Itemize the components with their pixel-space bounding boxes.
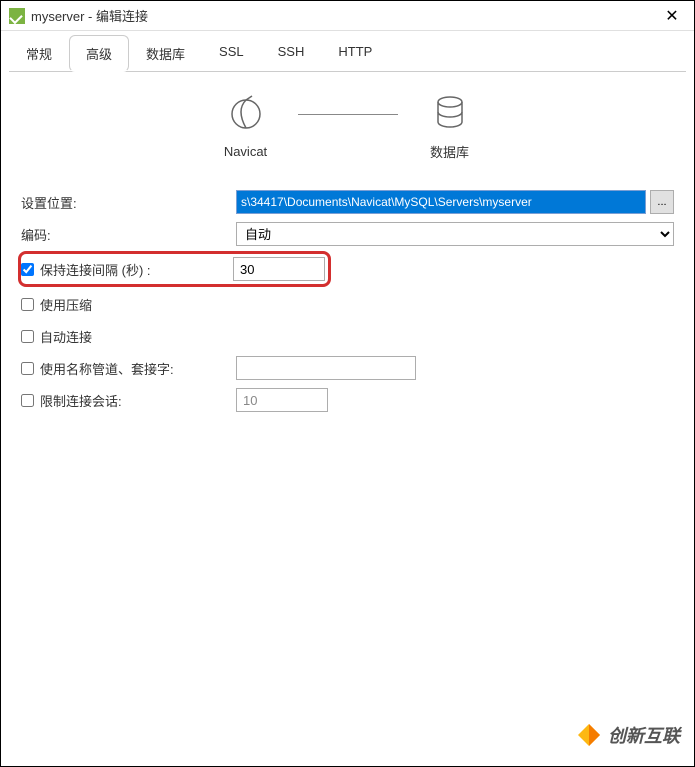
watermark: 创新互联 [576, 722, 680, 748]
tab-http[interactable]: HTTP [321, 35, 389, 72]
content: Navicat 数据库 设置位置: ... 编码: 自动 [1, 72, 694, 427]
diagram-right: 数据库 [428, 90, 472, 161]
row-encoding: 编码: 自动 [21, 219, 674, 249]
titlebar: myserver - 编辑连接 ✕ [1, 1, 694, 31]
keepalive-checkbox[interactable] [21, 263, 34, 276]
diagram-connector [298, 114, 398, 115]
row-limitconn: 限制连接会话: [21, 385, 674, 415]
app-icon [9, 8, 25, 24]
form: 设置位置: ... 编码: 自动 保持连接间隔 (秒) : [21, 187, 674, 415]
tab-database[interactable]: 数据库 [129, 35, 202, 72]
close-icon[interactable]: ✕ [658, 2, 686, 30]
watermark-icon [576, 722, 602, 748]
encoding-select[interactable]: 自动 [236, 222, 674, 246]
tab-advanced[interactable]: 高级 [69, 35, 129, 72]
row-compress: 使用压缩 [21, 289, 674, 319]
navicat-icon [224, 92, 268, 136]
limitconn-checkbox[interactable] [21, 394, 34, 407]
compress-label: 使用压缩 [40, 295, 92, 314]
tab-general[interactable]: 常规 [9, 35, 69, 72]
window-title: myserver - 编辑连接 [31, 6, 658, 25]
tabs: 常规 高级 数据库 SSL SSH HTTP [1, 31, 694, 72]
namedpipe-input [236, 356, 416, 380]
tab-ssh[interactable]: SSH [261, 35, 322, 72]
browse-button[interactable]: ... [650, 190, 674, 214]
encoding-label: 编码: [21, 225, 236, 244]
row-keepalive: 保持连接间隔 (秒) : [21, 251, 674, 287]
row-location: 设置位置: ... [21, 187, 674, 217]
connection-diagram: Navicat 数据库 [21, 82, 674, 177]
namedpipe-label: 使用名称管道、套接字: [40, 359, 174, 378]
location-label: 设置位置: [21, 193, 236, 212]
autoconnect-label: 自动连接 [40, 327, 92, 346]
database-icon [428, 90, 472, 134]
tab-ssl[interactable]: SSL [202, 35, 261, 72]
limitconn-label: 限制连接会话: [40, 391, 122, 410]
keepalive-label: 保持连接间隔 (秒) : [40, 260, 151, 279]
watermark-text: 创新互联 [608, 722, 680, 748]
autoconnect-checkbox[interactable] [21, 330, 34, 343]
limitconn-input [236, 388, 328, 412]
diagram-right-label: 数据库 [430, 142, 469, 161]
namedpipe-checkbox[interactable] [21, 362, 34, 375]
location-input[interactable] [236, 190, 646, 214]
row-autoconnect: 自动连接 [21, 321, 674, 351]
row-namedpipe: 使用名称管道、套接字: [21, 353, 674, 383]
diagram-left: Navicat [224, 92, 268, 159]
keepalive-input[interactable] [233, 257, 325, 281]
diagram-left-label: Navicat [224, 144, 267, 159]
compress-checkbox[interactable] [21, 298, 34, 311]
